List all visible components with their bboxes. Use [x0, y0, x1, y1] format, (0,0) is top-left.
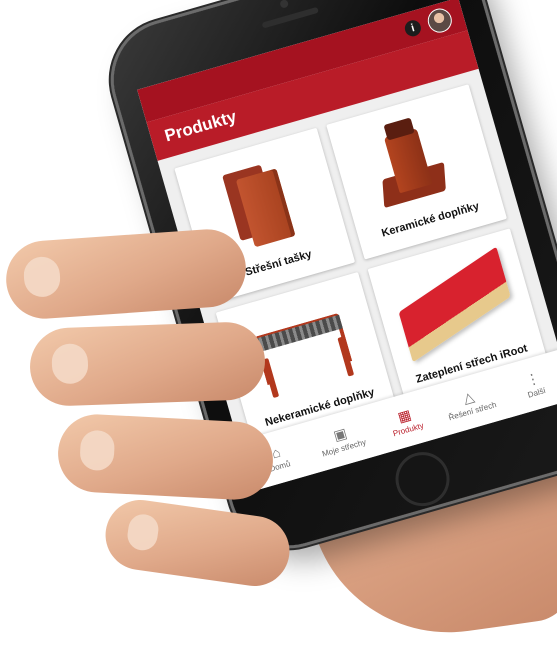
- grid-icon: ▦: [395, 405, 413, 425]
- product-card-ceramic-accessories[interactable]: Keramické doplňky: [326, 84, 508, 260]
- hand-ring-finger: [56, 412, 275, 502]
- nav-label: Produkty: [391, 420, 425, 438]
- more-icon: ⋮: [523, 368, 542, 388]
- avatar[interactable]: [424, 5, 455, 36]
- image-icon: ▣: [331, 424, 349, 444]
- info-icon[interactable]: i: [403, 18, 423, 39]
- hand-middle-finger: [28, 320, 267, 408]
- triangle-icon: △: [461, 387, 476, 406]
